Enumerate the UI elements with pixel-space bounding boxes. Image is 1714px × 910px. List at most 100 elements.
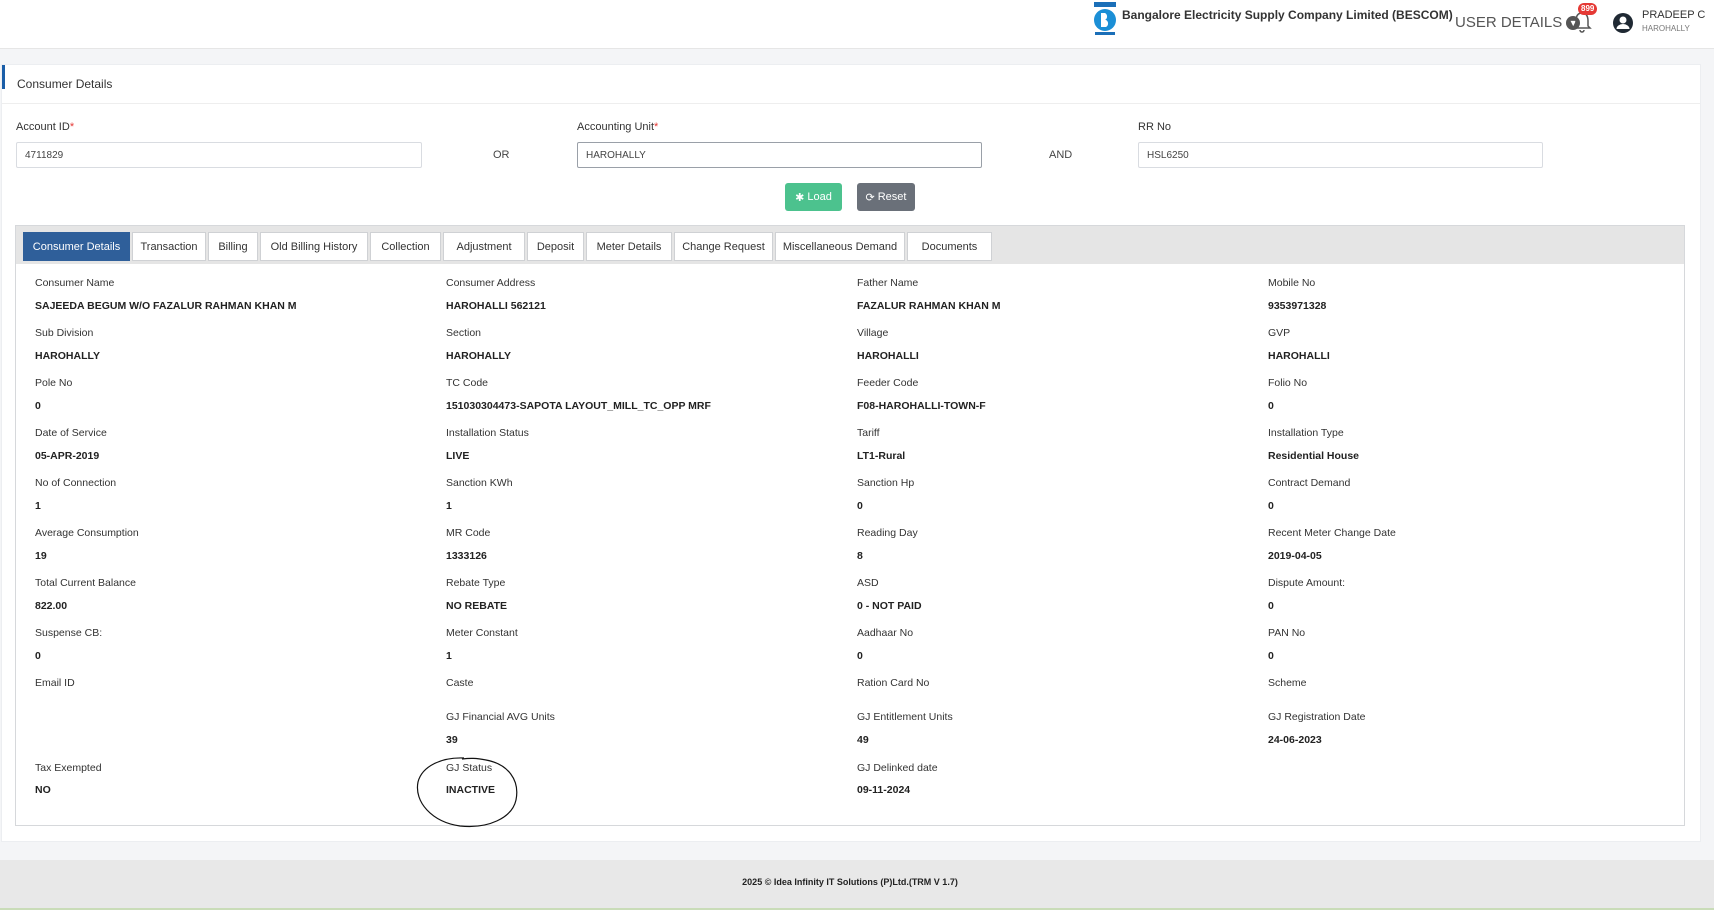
contract-demand-label: Contract Demand — [1268, 477, 1351, 489]
folio-no-label: Folio No — [1268, 377, 1308, 389]
rebate-type-value: NO REBATE — [446, 600, 508, 612]
installation-status-label: Installation Status — [446, 427, 529, 439]
mr-code-label: MR Code — [446, 527, 491, 539]
recent-meter-change-date-value: 2019-04-05 — [1268, 550, 1322, 562]
reading-day-value: 8 — [857, 550, 863, 562]
or-label: OR — [493, 149, 510, 161]
tab-deposit[interactable]: Deposit — [527, 232, 584, 261]
contract-demand-value: 0 — [1268, 500, 1274, 512]
tab-miscellaneous-demand[interactable]: Miscellaneous Demand — [775, 232, 905, 261]
village-label: Village — [857, 327, 889, 339]
section-label: Section — [446, 327, 482, 339]
no-of-connection-value: 1 — [35, 500, 41, 512]
consumer-address-label: Consumer Address — [446, 277, 536, 289]
and-label: AND — [1049, 149, 1073, 161]
email-id-label: Email ID — [35, 677, 75, 689]
tab-consumer-details[interactable]: Consumer Details — [23, 232, 130, 261]
account-id-label: Account ID* — [16, 121, 75, 133]
meter-constant-label: Meter Constant — [446, 627, 518, 639]
installation-type-label: Installation Type — [1268, 427, 1344, 439]
feeder-code-label: Feeder Code — [857, 377, 919, 389]
father-name-label: Father Name — [857, 277, 919, 289]
tax-exempted-value: NO — [35, 784, 51, 796]
page-title: Consumer Details — [17, 77, 113, 91]
meter-constant-value: 1 — [446, 650, 452, 662]
tc-code-value: 151030304473-SAPOTA LAYOUT_MILL_TC_OPP M… — [446, 400, 711, 412]
asd-label: ASD — [857, 577, 879, 589]
date-of-service-label: Date of Service — [35, 427, 107, 439]
tariff-label: Tariff — [857, 427, 880, 439]
tabs-panel: Consumer Details Transaction Billing Old… — [15, 225, 1685, 826]
reset-button[interactable]: ⟳ Reset — [857, 183, 915, 211]
consumer-name-value: SAJEEDA BEGUM W/O FAZALUR RAHMAN KHAN M — [35, 300, 297, 312]
dispute-amount-value: 0 — [1268, 600, 1274, 612]
reading-day-label: Reading Day — [857, 527, 918, 539]
gj-entitlement-units-label: GJ Entitlement Units — [857, 711, 953, 723]
top-header: Bangalore Electricity Supply Company Lim… — [0, 0, 1714, 49]
brand: Bangalore Electricity Supply Company Lim… — [1092, 2, 1453, 38]
consumer-address-value: HAROHALLI 562121 — [446, 300, 546, 312]
no-of-connection-label: No of Connection — [35, 477, 117, 489]
average-consumption-label: Average Consumption — [35, 527, 139, 539]
rr-no-input[interactable]: HSL6250 — [1138, 142, 1543, 168]
hand-drawn-circle-annotation — [416, 757, 518, 828]
gvp-value: HAROHALLI — [1268, 350, 1330, 362]
installation-type-value: Residential House — [1268, 450, 1360, 462]
folio-no-value: 0 — [1268, 400, 1274, 412]
user-info[interactable]: PRADEEP C HAROHALLY — [1642, 9, 1705, 35]
footer: 2025 © Idea Infinity IT Solutions (P)Ltd… — [0, 860, 1714, 910]
tab-meter-details[interactable]: Meter Details — [586, 232, 672, 261]
sub-division-label: Sub Division — [35, 327, 94, 339]
date-of-service-value: 05-APR-2019 — [35, 450, 100, 462]
father-name-value: FAZALUR RAHMAN KHAN M — [857, 300, 1001, 312]
user-name: PRADEEP C — [1642, 9, 1706, 21]
accounting-unit-select[interactable]: HAROHALLY — [577, 142, 982, 168]
load-button[interactable]: ✱ Load — [785, 183, 842, 211]
tab-collection[interactable]: Collection — [370, 232, 441, 261]
bescom-logo — [1094, 2, 1116, 35]
notification-badge: 899 — [1578, 3, 1598, 15]
tab-old-billing-history[interactable]: Old Billing History — [260, 232, 368, 261]
tab-adjustment[interactable]: Adjustment — [443, 232, 525, 261]
gj-entitlement-units-value: 49 — [857, 734, 869, 746]
village-value: HAROHALLI — [857, 350, 919, 362]
company-name: Bangalore Electricity Supply Company Lim… — [1122, 8, 1453, 22]
footer-copyright: 2025 © Idea Infinity IT Solutions (P)Ltd… — [742, 877, 958, 887]
sub-division-value: HAROHALLY — [35, 350, 100, 362]
user-details-menu[interactable]: USER DETAILS ▼ — [1455, 14, 1581, 31]
account-id-input[interactable]: 4711829 — [16, 142, 422, 168]
section-value: HAROHALLY — [446, 350, 511, 362]
pole-no-value: 0 — [35, 400, 41, 412]
sanction-hp-label: Sanction Hp — [857, 477, 915, 489]
user-avatar-icon[interactable] — [1612, 12, 1634, 34]
caste-label: Caste — [446, 677, 474, 689]
gj-financial-avg-units-value: 39 — [446, 734, 458, 746]
gj-registration-date-value: 24-06-2023 — [1268, 734, 1322, 746]
pan-no-value: 0 — [1268, 650, 1274, 662]
installation-status-value: LIVE — [446, 450, 470, 462]
user-details-label: USER DETAILS — [1455, 14, 1563, 31]
tab-documents[interactable]: Documents — [907, 232, 992, 261]
tax-exempted-label: Tax Exempted — [35, 762, 102, 774]
tab-transaction[interactable]: Transaction — [132, 232, 206, 261]
sanction-hp-value: 0 — [857, 500, 863, 512]
rr-no-label: RR No — [1138, 121, 1172, 133]
tab-billing[interactable]: Billing — [208, 232, 258, 261]
pole-no-label: Pole No — [35, 377, 73, 389]
suspense-cb-value: 0 — [35, 650, 41, 662]
rebate-type-label: Rebate Type — [446, 577, 506, 589]
user-location: HAROHALLY — [1642, 24, 1690, 33]
tariff-value: LT1-Rural — [857, 450, 906, 462]
tab-change-request[interactable]: Change Request — [674, 232, 773, 261]
total-current-balance-value: 822.00 — [35, 600, 68, 612]
feeder-code-value: F08-HAROHALLI-TOWN-F — [857, 400, 986, 412]
card-header: Consumer Details — [2, 65, 1700, 104]
mobile-no-value: 9353971328 — [1268, 300, 1327, 312]
ration-card-no-label: Ration Card No — [857, 677, 930, 689]
suspense-cb-label: Suspense CB: — [35, 627, 103, 639]
pan-no-label: PAN No — [1268, 627, 1306, 639]
header-accent — [2, 65, 5, 89]
mr-code-value: 1333126 — [446, 550, 487, 562]
refresh-icon: ⟳ — [865, 191, 875, 204]
gj-delinked-date-value: 09-11-2024 — [857, 784, 911, 796]
